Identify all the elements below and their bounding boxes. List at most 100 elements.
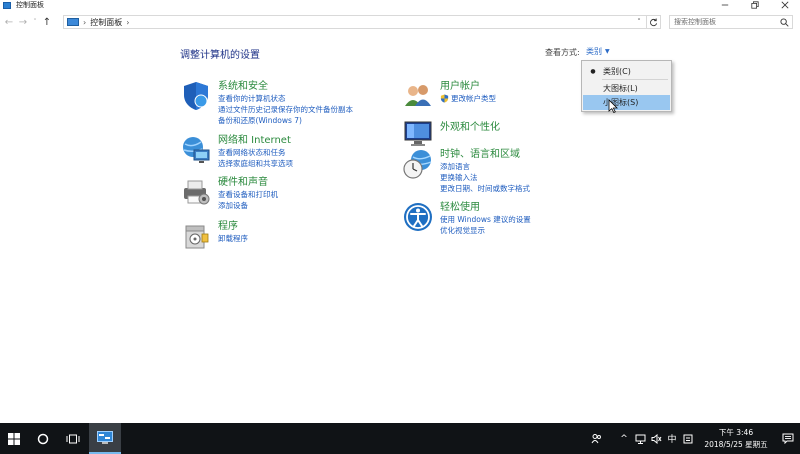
refresh-icon [649, 17, 657, 26]
search-box[interactable] [669, 15, 793, 29]
link-change-account-type[interactable]: 更改帐户类型 [440, 93, 496, 104]
refresh-button[interactable] [646, 16, 659, 28]
navigation-bar: ← → ˅ ↑ › 控制面板 › ˅ [0, 12, 800, 32]
link-add-language[interactable]: 添加语言 [440, 161, 530, 172]
input-method-indicator[interactable]: 中 [664, 423, 680, 454]
link-homegroup-sharing[interactable]: 选择家庭组和共享选项 [218, 158, 293, 169]
address-history-button[interactable]: ˅ [634, 17, 644, 27]
task-view-button[interactable] [58, 423, 88, 454]
chevron-up-icon: ^ [620, 433, 628, 444]
category-title[interactable]: 用户帐户 [440, 80, 496, 93]
taskbar-app-control-panel[interactable] [89, 423, 121, 454]
control-panel-icon [67, 18, 79, 26]
clock-date: 2018/5/25 星期五 [704, 439, 768, 449]
view-by-value: 类别 [586, 47, 602, 56]
printer-icon[interactable] [180, 176, 212, 208]
programs-box-icon[interactable] [180, 220, 212, 252]
menu-item-large-icons[interactable]: 大图标(L) [583, 81, 670, 96]
restore-button[interactable] [740, 0, 770, 10]
link-file-history[interactable]: 通过文件历史记录保存你的文件备份副本 [218, 104, 353, 115]
chevron-down-icon: ˅ [637, 18, 641, 26]
category-title[interactable]: 外观和个性化 [440, 121, 500, 134]
up-arrow-icon: ↑ [42, 16, 52, 28]
caret-down-icon: ▼ [605, 48, 610, 55]
link-devices-printers[interactable]: 查看设备和打印机 [218, 189, 278, 200]
menu-item-label: 大图标(L) [603, 84, 638, 93]
search-input[interactable] [674, 18, 779, 26]
category-appearance: 外观和个性化 [402, 117, 500, 149]
category-system-security: 系统和安全 查看你的计算机状态 通过文件历史记录保存你的文件备份副本 备份和还原… [180, 80, 353, 126]
breadcrumb-control-panel[interactable]: 控制面板 [90, 17, 122, 28]
control-panel-icon [3, 1, 11, 9]
up-button[interactable]: ↑ [40, 15, 54, 29]
minimize-icon [721, 4, 729, 6]
category-title[interactable]: 时钟、语言和区域 [440, 148, 530, 161]
close-button[interactable] [770, 0, 800, 10]
category-user-accounts: 用户帐户 更改帐户类型 [402, 80, 496, 112]
window-controls [710, 0, 800, 10]
link-optimize-visual-display[interactable]: 优化视觉显示 [440, 225, 531, 236]
start-button[interactable] [0, 423, 28, 454]
link-network-status[interactable]: 查看网络状态和任务 [218, 147, 293, 158]
title-bar: 控制面板 [0, 0, 800, 10]
minimize-button[interactable] [710, 0, 740, 10]
menu-separator [602, 79, 668, 80]
network-globe-icon[interactable] [180, 134, 212, 166]
security-shield-icon[interactable] [180, 80, 212, 112]
view-by-dropdown[interactable]: 类别 ▼ [586, 46, 610, 57]
category-programs: 程序 卸载程序 [180, 220, 248, 252]
restore-icon [751, 1, 759, 9]
network-icon[interactable] [632, 423, 648, 454]
forward-button[interactable]: → [16, 15, 30, 29]
control-panel-icon [97, 431, 113, 444]
back-arrow-icon: ← [4, 16, 14, 28]
link-recommended-settings[interactable]: 使用 Windows 建议的设置 [440, 214, 531, 225]
people-icon[interactable] [588, 423, 604, 454]
action-center-button[interactable] [776, 423, 800, 454]
users-icon[interactable] [402, 80, 434, 112]
search-icon[interactable] [780, 18, 789, 27]
recent-locations-button[interactable]: ˅ [30, 15, 40, 29]
category-ease-of-access: 轻松使用 使用 Windows 建议的设置 优化视觉显示 [402, 201, 531, 236]
uac-shield-icon [440, 94, 449, 103]
category-title[interactable]: 网络和 Internet [218, 134, 293, 147]
ease-of-access-icon[interactable] [402, 201, 434, 233]
category-title[interactable]: 程序 [218, 220, 248, 233]
mouse-cursor-icon [608, 99, 618, 113]
breadcrumb-separator: › [126, 17, 130, 27]
link-uninstall-program[interactable]: 卸载程序 [218, 233, 248, 244]
taskbar: ^ 中 下午 3:46 2018/5/25 星期五 [0, 423, 800, 454]
ime-mode-icon[interactable] [680, 423, 696, 454]
breadcrumb-separator: › [83, 17, 87, 27]
view-by-label: 查看方式: [545, 48, 580, 57]
cortana-circle-icon [37, 433, 49, 444]
close-icon [781, 1, 789, 9]
category-network-internet: 网络和 Internet 查看网络状态和任务 选择家庭组和共享选项 [180, 134, 293, 169]
menu-item-category[interactable]: ● 类别(C) [583, 64, 670, 79]
window-title: 控制面板 [16, 1, 44, 9]
page-title: 调整计算机的设置 [180, 50, 260, 61]
menu-item-label: 类别(C) [603, 67, 631, 76]
windows-logo-icon [8, 432, 20, 445]
clock-globe-icon[interactable] [402, 148, 434, 180]
link-view-computer-status[interactable]: 查看你的计算机状态 [218, 93, 353, 104]
selected-bullet-icon: ● [590, 68, 596, 75]
link-change-date-time-format[interactable]: 更改日期、时间或数字格式 [440, 183, 530, 194]
volume-icon[interactable] [648, 423, 664, 454]
taskbar-clock[interactable]: 下午 3:46 2018/5/25 星期五 [700, 427, 772, 451]
link-change-input-method[interactable]: 更换输入法 [440, 172, 530, 183]
category-title[interactable]: 轻松使用 [440, 201, 531, 214]
clock-time: 下午 3:46 [718, 427, 754, 437]
show-hidden-icons-button[interactable]: ^ [616, 423, 632, 454]
appearance-monitor-icon[interactable] [402, 117, 434, 149]
link-backup-restore[interactable]: 备份和还原(Windows 7) [218, 115, 353, 126]
category-title[interactable]: 系统和安全 [218, 80, 353, 93]
menu-item-small-icons[interactable]: 小图标(S) [583, 95, 670, 110]
category-title[interactable]: 硬件和声音 [218, 176, 278, 189]
cortana-button[interactable] [28, 423, 58, 454]
link-add-device[interactable]: 添加设备 [218, 200, 278, 211]
address-bar[interactable]: › 控制面板 › ˅ [63, 15, 661, 29]
notification-icon [782, 433, 794, 444]
task-view-icon [66, 434, 80, 443]
back-button[interactable]: ← [2, 15, 16, 29]
